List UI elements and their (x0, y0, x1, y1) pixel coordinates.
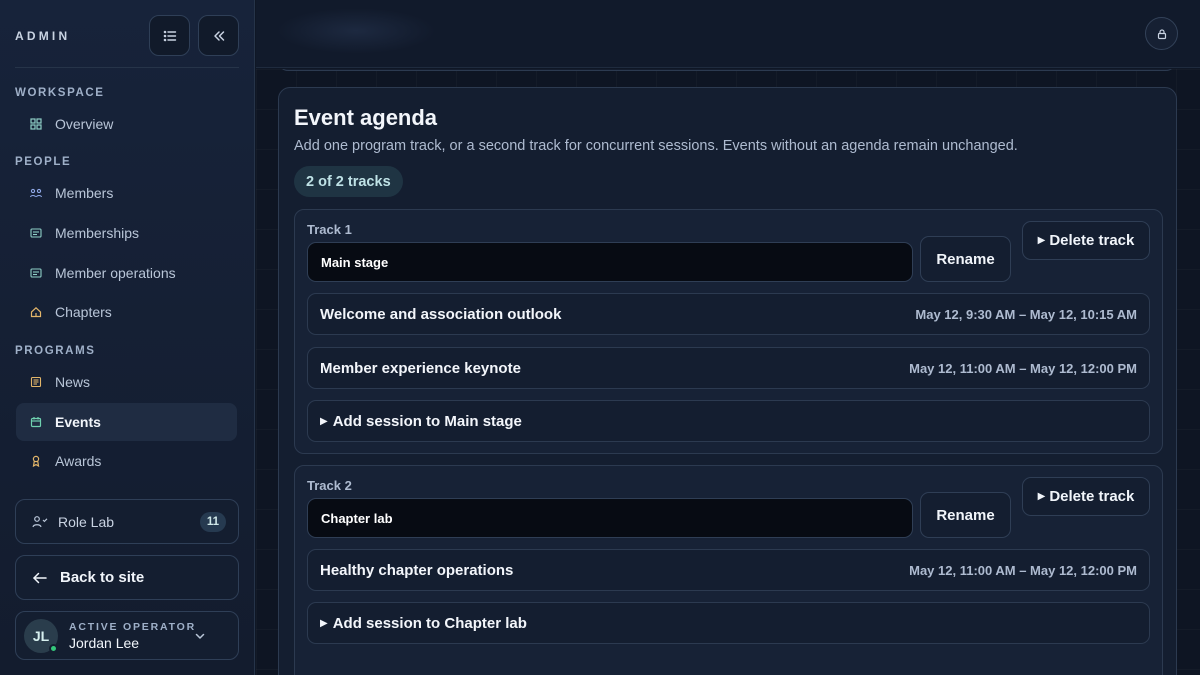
online-status-dot (49, 643, 58, 653)
sidebar-item-label: Members (55, 185, 114, 201)
lock-button[interactable] (1145, 17, 1178, 50)
grid-icon (30, 118, 42, 130)
session-row[interactable]: Member experience keynote May 12, 11:00 … (307, 347, 1150, 389)
session-time: May 12, 9:30 AM – May 12, 10:15 AM (915, 306, 1137, 322)
sidebar-item-chapters[interactable]: Chapters (16, 293, 237, 331)
session-time: May 12, 11:00 AM – May 12, 12:00 PM (909, 562, 1137, 578)
agenda-title: Event agenda (294, 105, 438, 130)
sidebar-item-events[interactable]: Events (16, 403, 237, 441)
sidebar-item-label: Chapters (55, 304, 112, 320)
main-content: Event agenda Add one program track, or a… (256, 69, 1200, 675)
operator-label: ACTIVE OPERATOR (69, 620, 196, 633)
delete-track-button[interactable]: ▶ Delete track (1022, 477, 1150, 516)
previous-card-edge (278, 69, 1176, 71)
track-label: Track 1 (307, 222, 352, 237)
track-count-badge: 2 of 2 tracks (294, 166, 403, 197)
section-title-programs: PROGRAMS (15, 345, 96, 357)
role-lab-label: Role Lab (58, 513, 115, 530)
newspaper-icon (30, 376, 42, 388)
double-chevron-left-icon (213, 30, 224, 41)
delete-track-button[interactable]: ▶ Delete track (1022, 221, 1150, 260)
role-lab-count-badge: 11 (199, 512, 226, 532)
menu-list-button[interactable] (149, 15, 190, 56)
sidebar-item-label: Awards (55, 453, 102, 469)
session-time: May 12, 11:00 AM – May 12, 12:00 PM (909, 360, 1137, 376)
home-icon (30, 306, 42, 318)
sidebar: ADMIN WORKSPACE Overview PEOPLE Members (0, 0, 255, 675)
list-icon (163, 30, 176, 41)
card-icon (30, 227, 42, 239)
sidebar-item-label: Overview (55, 116, 114, 132)
collapse-sidebar-button[interactable] (198, 15, 239, 56)
add-session-disclosure[interactable]: ▶ Add session to Chapter lab (307, 602, 1150, 644)
section-title-workspace: WORKSPACE (15, 87, 105, 99)
track-card: Track 1 Rename ▶ Delete track Welcome an… (294, 209, 1163, 454)
sidebar-item-label: News (55, 374, 91, 390)
page-title-blurred (276, 8, 436, 54)
avatar-initials: JL (32, 627, 50, 644)
session-title: Healthy chapter operations (320, 561, 514, 579)
back-to-site-button[interactable]: Back to site (15, 555, 239, 600)
sidebar-item-members[interactable]: Members (16, 174, 237, 212)
session-row[interactable]: Welcome and association outlook May 12, … (307, 293, 1150, 335)
track-name-input[interactable] (307, 242, 913, 282)
session-title: Welcome and association outlook (320, 305, 562, 323)
topbar (256, 0, 1200, 68)
sidebar-header: ADMIN (15, 0, 239, 68)
operator-name: Jordan Lee (69, 634, 140, 651)
delete-track-label: Delete track (1049, 232, 1135, 249)
operator-info: ACTIVE OPERATOR Jordan Lee (69, 621, 196, 651)
user-roles-icon (32, 515, 48, 529)
sidebar-item-memberships[interactable]: Memberships (16, 214, 237, 252)
active-operator-menu[interactable]: JL ACTIVE OPERATOR Jordan Lee (15, 611, 239, 660)
sidebar-item-awards[interactable]: Awards (16, 442, 237, 480)
track-card: Track 2 Rename ▶ Delete track Healthy ch… (294, 465, 1163, 675)
sidebar-item-overview[interactable]: Overview (16, 105, 237, 143)
award-icon (30, 455, 42, 467)
section-title-people: PEOPLE (15, 156, 72, 168)
add-session-label: Add session to Chapter lab (332, 614, 527, 632)
delete-track-label: Delete track (1049, 488, 1135, 505)
sidebar-item-member-operations[interactable]: Member operations (16, 254, 237, 292)
disclosure-triangle-icon: ▶ (320, 415, 328, 427)
document-icon (30, 267, 42, 279)
add-session-label: Add session to Main stage (332, 412, 522, 430)
brand-label: ADMIN (15, 29, 71, 43)
lock-icon (1157, 28, 1166, 39)
sidebar-item-label: Memberships (55, 225, 140, 241)
track-label: Track 2 (307, 478, 352, 493)
avatar: JL (24, 618, 58, 653)
sidebar-item-label: Events (55, 414, 101, 430)
disclosure-triangle-icon: ▶ (1037, 491, 1046, 502)
event-agenda-card: Event agenda Add one program track, or a… (278, 87, 1177, 675)
sidebar-item-label: Member operations (55, 265, 176, 281)
disclosure-triangle-icon: ▶ (1037, 235, 1046, 246)
agenda-description: Add one program track, or a second track… (294, 138, 1018, 154)
role-lab-button[interactable]: Role Lab 11 (15, 499, 239, 544)
calendar-icon (30, 416, 42, 428)
sidebar-item-news[interactable]: News (16, 363, 237, 401)
users-icon (30, 187, 42, 199)
add-session-disclosure[interactable]: ▶ Add session to Main stage (307, 400, 1150, 442)
chevron-down-icon (195, 633, 205, 639)
arrow-left-icon (32, 571, 48, 585)
rename-track-button[interactable]: Rename (920, 236, 1011, 282)
disclosure-triangle-icon: ▶ (320, 617, 328, 629)
session-title: Member experience keynote (320, 359, 521, 377)
session-row[interactable]: Healthy chapter operations May 12, 11:00… (307, 549, 1150, 591)
back-to-site-label: Back to site (60, 569, 145, 586)
track-name-input[interactable] (307, 498, 913, 538)
rename-track-button[interactable]: Rename (920, 492, 1011, 538)
